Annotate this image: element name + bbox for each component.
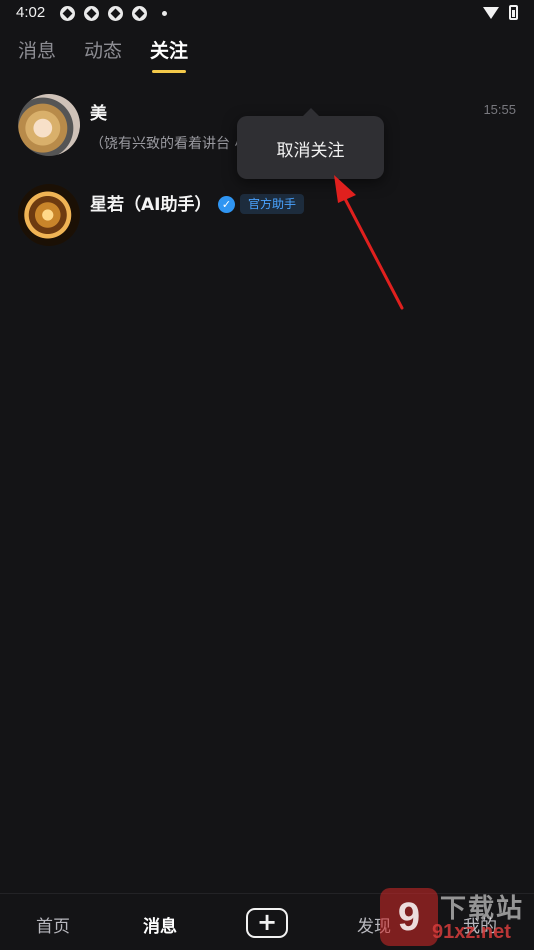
official-assistant-badge: 官方助手 bbox=[240, 194, 305, 214]
red-arrow-icon bbox=[334, 175, 404, 310]
verified-check-icon: ✓ bbox=[218, 196, 235, 213]
tab-label: 动态 bbox=[84, 40, 123, 62]
nav-home[interactable]: 首页 bbox=[36, 912, 70, 937]
avatar[interactable] bbox=[18, 184, 80, 246]
tab-following[interactable]: 关注 bbox=[150, 36, 188, 73]
message-time: 15:55 bbox=[483, 102, 516, 117]
avatar[interactable] bbox=[18, 94, 80, 156]
battery-icon bbox=[509, 5, 518, 20]
unfollow-menu-item[interactable]: 取消关注 bbox=[237, 136, 384, 161]
app-notification-icon bbox=[84, 6, 99, 21]
nav-messages[interactable]: 消息 bbox=[143, 912, 177, 937]
system-indicators bbox=[483, 5, 518, 20]
watermark-domain: 91xz.net bbox=[432, 921, 511, 943]
tab-messages[interactable]: 消息 bbox=[18, 36, 56, 73]
contact-name: 美 bbox=[90, 104, 107, 124]
tab-activity[interactable]: 动态 bbox=[84, 36, 122, 73]
more-notifications-dot-icon bbox=[162, 11, 167, 16]
active-tab-indicator bbox=[152, 70, 187, 73]
contact-name: 星若（AI助手） bbox=[90, 195, 212, 215]
create-post-plus-icon[interactable]: + bbox=[246, 908, 288, 938]
status-time: 4:02 bbox=[16, 4, 46, 21]
watermark-logo: 9 bbox=[380, 888, 438, 946]
list-item[interactable]: 星若（AI助手） ✓ 官方助手 bbox=[0, 184, 534, 264]
notification-icons bbox=[60, 6, 167, 21]
watermark-title: 下载站 bbox=[440, 894, 525, 924]
top-tabs: 消息 动态 关注 bbox=[18, 36, 188, 73]
tab-label: 关注 bbox=[150, 40, 189, 62]
status-bar: 4:02 bbox=[0, 0, 534, 28]
app-notification-icon bbox=[60, 6, 75, 21]
watermark: 9 下载站 91xz.net bbox=[380, 888, 530, 950]
app-notification-icon bbox=[132, 6, 147, 21]
app-notification-icon bbox=[108, 6, 123, 21]
wifi-icon bbox=[483, 6, 499, 19]
tab-label: 消息 bbox=[18, 40, 57, 62]
